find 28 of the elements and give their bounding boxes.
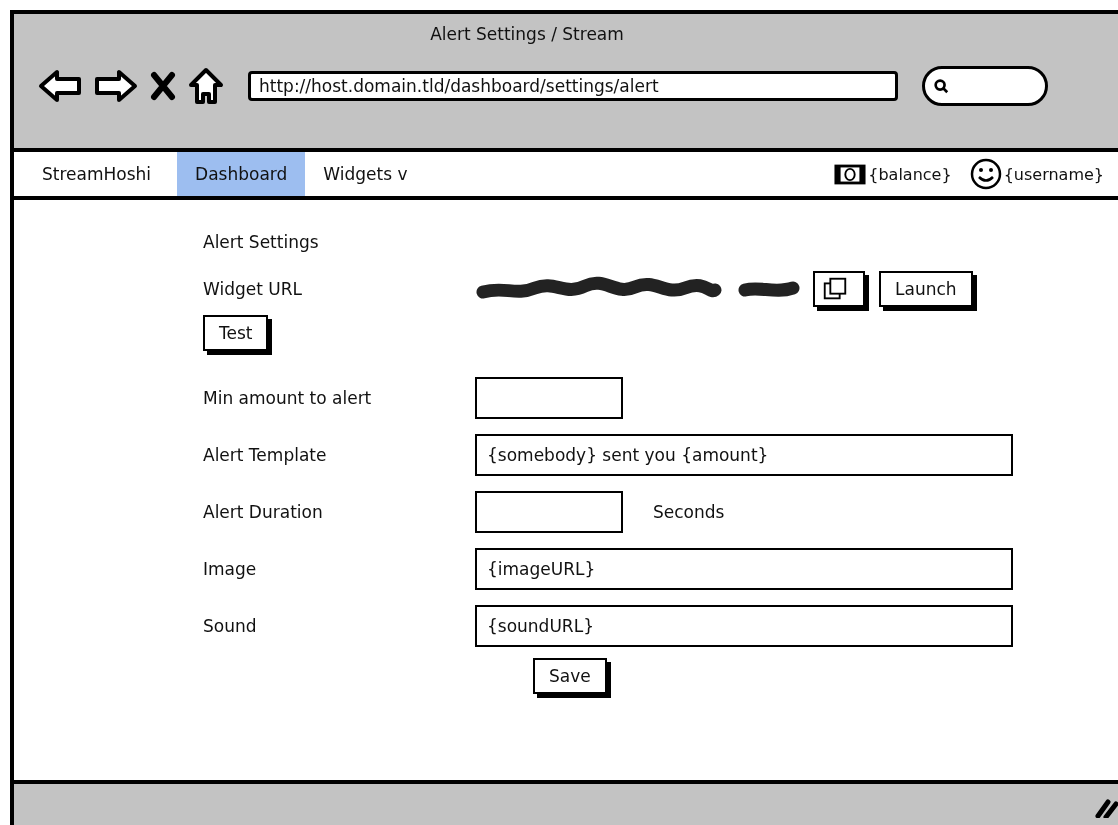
banknote-icon: [834, 163, 867, 185]
input-field[interactable]: {somebody} sent you {amount}: [475, 433, 1013, 476]
field-label: Alert Duration: [203, 501, 324, 522]
home-icon[interactable]: [188, 67, 224, 105]
brand-name[interactable]: StreamHoshi: [14, 152, 178, 196]
field-label: Image: [203, 558, 258, 579]
smiley-icon: [969, 158, 1002, 190]
search-field[interactable]: [922, 66, 1048, 106]
input-field[interactable]: {imageURL}: [475, 547, 1013, 590]
input-field[interactable]: [475, 376, 623, 419]
input-field[interactable]: [475, 490, 623, 533]
nav-tab[interactable]: Dashboard: [177, 152, 306, 196]
balance-text: {balance}: [868, 163, 952, 186]
nav-tab[interactable]: Widgets v: [305, 152, 426, 196]
unit-label: Seconds: [653, 501, 725, 522]
window-title: Alert Settings / Stream: [430, 24, 624, 44]
field-label: Sound: [203, 615, 258, 636]
field-label: Alert Template: [203, 444, 328, 465]
address-field[interactable]: http://host.domain.tld/dashboard/settings/alert: [248, 71, 898, 101]
input-field[interactable]: {soundURL}: [475, 604, 1013, 647]
section-heading: Alert Settings: [203, 232, 320, 254]
field-label: Widget URL: [203, 279, 303, 299]
back-arrow-icon[interactable]: [38, 69, 82, 103]
forward-arrow-icon[interactable]: [94, 69, 138, 103]
close-icon[interactable]: [150, 71, 176, 101]
field-label: Min amount to alert: [203, 387, 373, 408]
search-icon: [933, 78, 949, 94]
username-text: {username}: [1003, 163, 1104, 186]
